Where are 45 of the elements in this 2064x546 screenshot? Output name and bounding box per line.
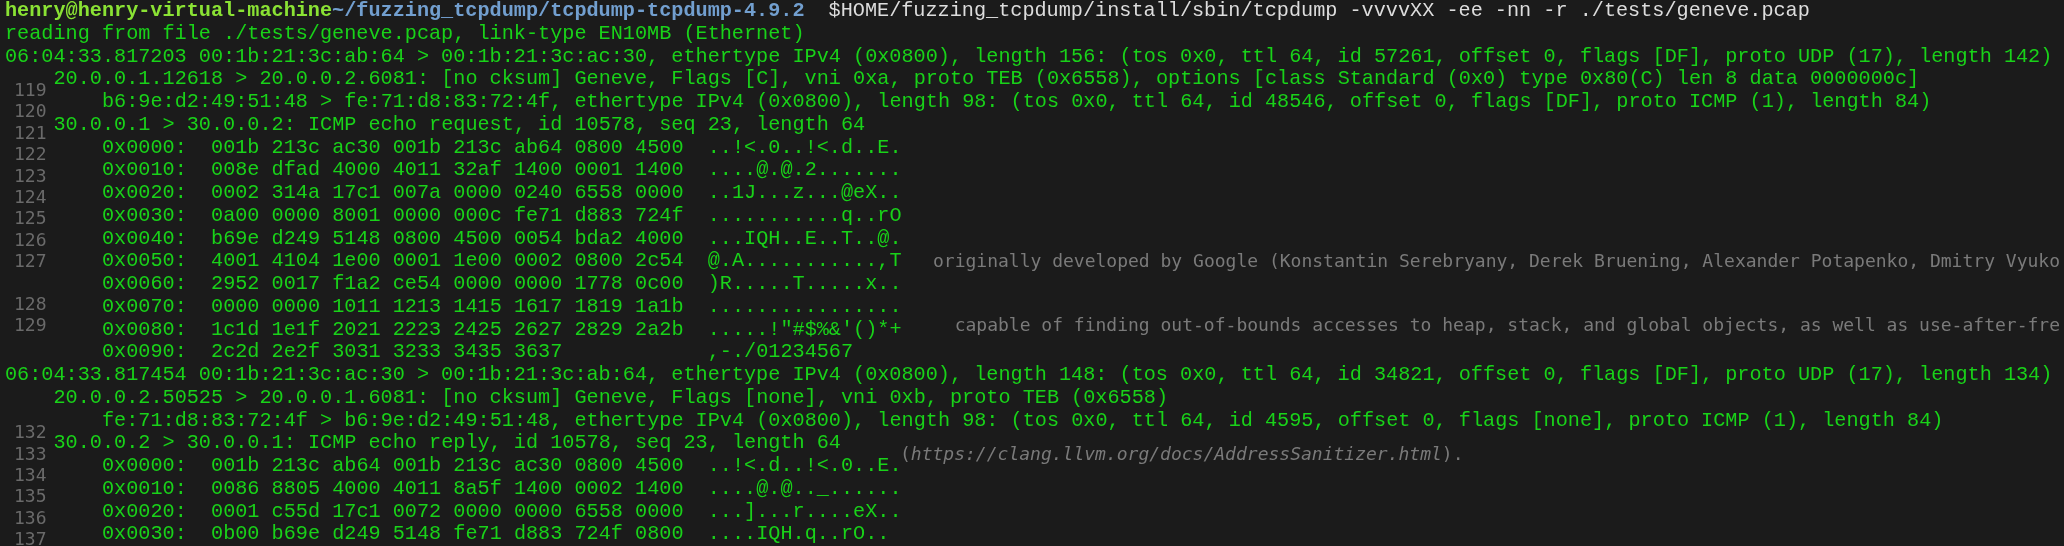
line-number: 126: [14, 228, 47, 251]
output-line: 0x0060: 2952 0017 f1a2 ce54 0000 0000 1778 0c00 )R.....T.....x..: [102, 273, 902, 296]
output-line: 0x0080: 1c1d 1e1f 2021 2223 2425 2627 2829 2a2b .....!"#$%&'()*+: [102, 318, 902, 342]
prompt-path: ~/fuzzing_tcpdump/tcpdump-tcpdump-4.9.2: [332, 0, 805, 23]
output-line: 0x0070: 0000 0000 1011 1213 1415 1617 1819 1a1b ................: [102, 295, 902, 319]
line-number: 133: [14, 442, 47, 465]
output-line: 0x0090: 2c2d 2e2f 3031 3233 3435 3637 ,-./01234567: [102, 341, 854, 364]
line-number: 129: [14, 314, 47, 336]
command-text: $HOME/fuzzing_tcpdump/install/sbin/tcpdump -vvvvXX -ee -nn -r ./tests/geneve.pcap: [828, 0, 1810, 23]
line-number: 135: [14, 485, 47, 507]
output-line: 30.0.0.1 > 30.0.0.2: ICMP echo request, id 10578, seq 23, length 64: [53, 113, 866, 137]
output-line: 0x0010: 0086 8805 4000 4011 8a5f 1400 0002 1400 ....@.@.._......: [102, 477, 902, 501]
output-line: 0x0030: 0a00 0000 8001 0000 000c fe71 d883 724f ...........q..rO: [102, 204, 902, 228]
line-number: 132: [14, 421, 47, 443]
output-line: fe:71:d8:83:72:4f > b6:9e:d2:49:51:48, ethertype IPv4 (0x0800), length 98: (tos 0x0, ttl 64, id 4595, offset 0, flags [none], proto ICMP (1), length 84): [102, 409, 1944, 433]
line-number: 121: [14, 121, 47, 144]
output-line: 0x0030: 0b00 b69e d249 5148 fe71 d883 724f 0800 ....IQH.q..rO..: [102, 523, 890, 546]
output-line: 0x0000: 001b 213c ab64 001b 213c ac30 0800 4500 ..!<.d..!<.0..E.: [102, 455, 902, 478]
output-line: 0x0020: 0001 c55d 17c1 0072 0000 0000 6558 0000 ...]...r....eX..: [102, 500, 902, 524]
output-line: 06:04:33.817454 00:1b:21:3c:ac:30 > 00:1b:21:3c:ab:64, ethertype IPv4 (0x0800), length 148: (tos 0x0, ttl 64, id 34821, offset 0, flags [DF], proto UDP (17), length 134): [5, 364, 2053, 387]
output-line: 0x0040: b69e d249 5148 0800 4500 0054 bda2 4000 ...IQH..E..T..@.: [102, 227, 902, 251]
line-number: 119: [14, 79, 47, 101]
line-number: 134: [14, 464, 47, 486]
line-number: 137: [14, 528, 47, 546]
output-line: 20.0.0.1.12618 > 20.0.0.2.6081: [no cksum] Geneve, Flags [C], vni 0xa, proto TEB (0x6558), options [class Standard (0x0) type 0x80(C) len 8 data 0000000c]: [53, 68, 1920, 91]
line-number: 124: [14, 185, 47, 208]
line-number: 123: [14, 164, 47, 186]
line-number: 120: [14, 100, 47, 122]
output-line: 0x0050: 4001 4104 1e00 0001 1e00 0002 0800 2c54 @.A...........,T: [102, 250, 902, 273]
output-line: 0x0010: 008e dfad 4000 4011 32af 1400 0001 1400 ....@.@.2.......: [102, 159, 902, 182]
line-number: 136: [14, 506, 47, 529]
status-line: reading from file ./tests/geneve.pcap, link-type EN10MB (Ethernet): [5, 22, 805, 46]
line-number: 128: [14, 292, 47, 315]
output-line: 0x0000: 001b 213c ac30 001b 213c ab64 0800 4500 ..!<.0..!<.d..E.: [102, 136, 902, 160]
output-line: 20.0.0.2.50525 > 20.0.0.1.6081: [no cksum] Geneve, Flags [none], vni 0xb, proto TEB (0x6558): [53, 386, 1169, 410]
output-line: 30.0.0.2 > 30.0.0.1: ICMP echo reply, id 10578, seq 23, length 64: [53, 432, 841, 455]
editor-text: capable of finding out-of-bounds accesses to heap, stack, and global objects, as well as use-after-fre: [954, 314, 2060, 336]
output-line: 0x0020: 0002 314a 17c1 007a 0000 0240 6558 0000 ..1J...z...@eX..: [102, 182, 902, 205]
line-number: 127: [14, 250, 47, 272]
editor-text: originally developed by Google (Konstantin Serebryany, Derek Bruening, Alexander Potapenko, Dmitry Vyuko: [932, 250, 2060, 272]
line-number: 122: [14, 143, 47, 165]
output-line: 06:04:33.817203 00:1b:21:3c:ab:64 > 00:1b:21:3c:ac:30, ethertype IPv4 (0x0800), length 156: (tos 0x0, ttl 64, id 57261, offset 0, flags [DF], proto UDP (17), length 142): [5, 45, 2053, 69]
prompt-user: henry@henry-virtual-machine: [5, 0, 333, 23]
line-number: 125: [14, 207, 47, 229]
output-line: b6:9e:d2:49:51:48 > fe:71:d8:83:72:4f, ethertype IPv4 (0x0800), length 98: (tos 0x0, ttl 64, id 48546, offset 0, flags [DF], proto ICMP (1), length 84): [102, 91, 1932, 114]
